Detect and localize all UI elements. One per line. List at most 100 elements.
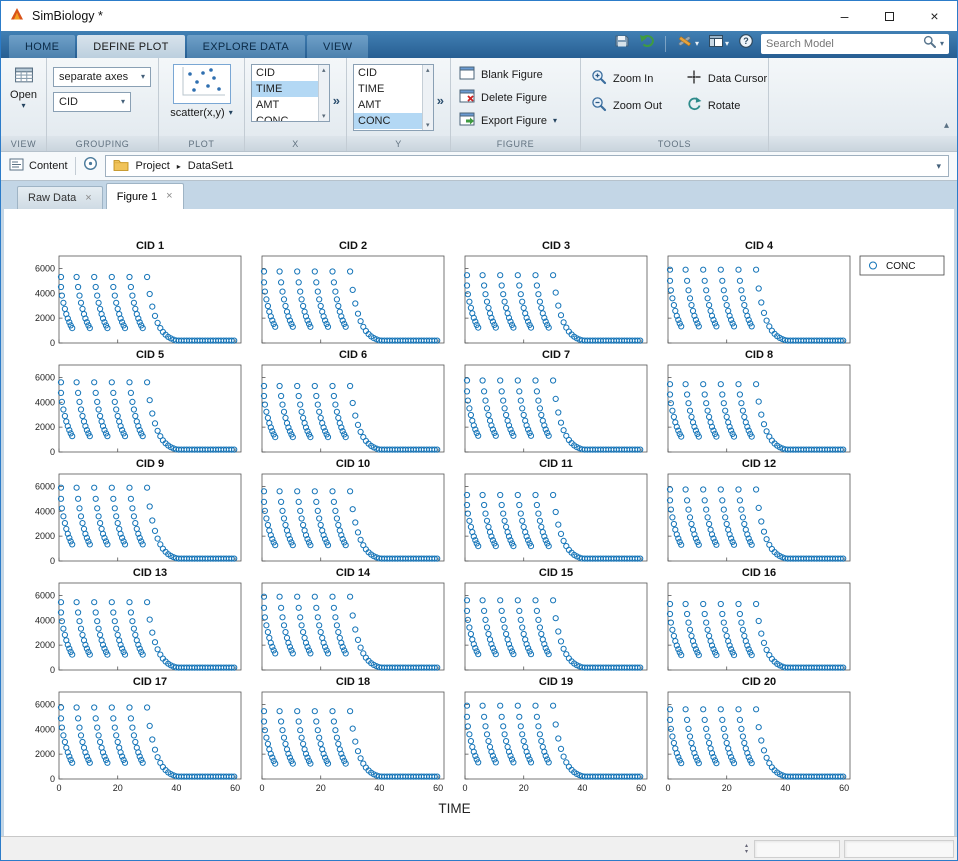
search-scope-caret-icon[interactable]: ▾ xyxy=(940,39,944,48)
subplot[interactable]: CID 18 0 20 40 60 xyxy=(259,676,445,793)
maximize-button[interactable] xyxy=(867,1,912,31)
listbox-scrollbar[interactable]: ▴ ▾ xyxy=(317,65,329,121)
subplot-title: CID 11 xyxy=(539,458,573,470)
close-tab-icon[interactable]: × xyxy=(85,192,91,204)
toolbar-divider xyxy=(664,35,666,52)
export-figure-label: Export Figure xyxy=(481,114,548,127)
search-icon[interactable] xyxy=(923,35,936,53)
caret-down-icon: ▾ xyxy=(228,108,233,117)
section-y: CID TIME AMT CONC ▴ ▾ » Y xyxy=(347,58,451,151)
subplot-title: CID 15 xyxy=(539,567,573,579)
scroll-down-icon[interactable]: ▾ xyxy=(426,121,430,129)
subplot[interactable]: CID 4 xyxy=(666,240,851,344)
undo-icon xyxy=(639,33,655,54)
figure[interactable]: CID 10200040006000CID 2 CID 3 CID 4 CID 502… xyxy=(4,209,950,827)
group-by-dropdown[interactable]: CID ▾ xyxy=(53,92,131,112)
subplot[interactable]: CID 5 0 2000 4000 6000 xyxy=(35,349,242,457)
axes-mode-value: separate axes xyxy=(59,71,129,83)
tab-home[interactable]: HOME xyxy=(9,35,76,58)
x-expand-button[interactable]: » xyxy=(333,94,340,107)
y-tick-label: 2000 xyxy=(35,313,55,323)
listbox-scrollbar[interactable]: ▴ ▾ xyxy=(421,65,433,130)
subplot[interactable]: CID 17 0 2000 4000 6000 0 20 40 60 xyxy=(35,676,242,793)
subplot-title: CID 9 xyxy=(136,458,164,470)
x-tick-label: 20 xyxy=(113,783,123,793)
caret-down-icon: ▾ xyxy=(140,72,145,81)
subplot[interactable]: CID 3 xyxy=(463,240,648,344)
rotate-button[interactable]: Rotate xyxy=(686,95,767,116)
subplot[interactable]: CID 7 xyxy=(463,349,648,453)
delete-figure-button[interactable]: Delete Figure xyxy=(459,87,574,108)
collapse-ribbon-button[interactable]: ▴ xyxy=(944,120,949,131)
scroll-down-icon[interactable]: ▾ xyxy=(322,112,326,120)
save-button[interactable] xyxy=(612,32,632,55)
open-button[interactable]: Open ▾ xyxy=(7,64,40,136)
zoom-out-button[interactable]: Zoom Out xyxy=(591,95,662,116)
breadcrumb-dataset[interactable]: DataSet1 xyxy=(188,160,234,172)
close-icon: × xyxy=(930,8,939,24)
x-tick-label: 40 xyxy=(374,783,384,793)
close-tab-icon[interactable]: × xyxy=(166,191,172,202)
subplot[interactable]: CID 16 xyxy=(666,567,851,671)
tab-explore-data[interactable]: EXPLORE DATA xyxy=(186,35,305,58)
tab-view[interactable]: VIEW xyxy=(306,35,369,58)
minimize-button[interactable]: – xyxy=(822,1,867,31)
tools-button[interactable]: ▾ xyxy=(674,32,701,55)
zoom-in-button[interactable]: Zoom In xyxy=(591,68,662,89)
subplot-title: CID 3 xyxy=(542,240,570,252)
target-icon xyxy=(83,156,98,176)
scatter-gallery-item[interactable] xyxy=(172,64,231,104)
caret-down-icon: ▾ xyxy=(553,115,558,125)
scroll-up-icon[interactable]: ▴ xyxy=(426,66,430,74)
subplot[interactable]: CID 6 xyxy=(260,349,445,453)
subplot[interactable]: CID 8 xyxy=(666,349,851,453)
tab-define-plot[interactable]: DEFINE PLOT xyxy=(77,35,185,58)
x-tick-label: 40 xyxy=(577,783,587,793)
quick-access-toolbar: ▾ ▾ ? ▾ xyxy=(612,31,957,58)
subplot[interactable]: CID 10 xyxy=(260,458,445,562)
scroll-up-icon[interactable]: ▴ xyxy=(322,66,326,74)
x-tick-label: 0 xyxy=(665,783,670,793)
subplot[interactable]: CID 2 xyxy=(260,240,445,344)
subplot[interactable]: CID 13 0 2000 4000 6000 xyxy=(35,567,242,675)
subplot[interactable]: CID 19 0 20 40 60 xyxy=(462,676,648,793)
plot-type-dropdown[interactable]: scatter(x,y) ▾ xyxy=(170,107,232,119)
subplot[interactable]: CID 12 xyxy=(666,458,851,562)
subplot[interactable]: CID 14 xyxy=(260,567,445,671)
blank-figure-button[interactable]: Blank Figure xyxy=(459,64,574,85)
subplot[interactable]: CID 9 0 2000 4000 6000 xyxy=(35,458,242,566)
export-figure-icon xyxy=(459,112,475,129)
help-button[interactable]: ? xyxy=(736,32,756,55)
splitter-button[interactable]: ▴ ▾ xyxy=(743,843,750,855)
maximize-icon xyxy=(885,11,894,21)
y-expand-button[interactable]: » xyxy=(437,94,444,107)
close-button[interactable]: × xyxy=(912,1,957,31)
tab-raw-data[interactable]: Raw Data × xyxy=(17,186,103,209)
subplot[interactable]: CID 20 0 20 40 60 xyxy=(665,676,851,793)
svg-text:?: ? xyxy=(743,36,749,46)
legend-label: CONC xyxy=(886,261,915,272)
subplot[interactable]: CID 11 xyxy=(463,458,648,562)
folder-icon xyxy=(113,158,129,174)
export-figure-button[interactable]: Export Figure ▾ xyxy=(459,110,574,131)
axes-mode-dropdown[interactable]: separate axes ▾ xyxy=(53,67,151,87)
delete-figure-label: Delete Figure xyxy=(481,91,548,104)
content-button[interactable]: Content xyxy=(9,158,68,174)
target-button[interactable] xyxy=(83,156,98,176)
y-tick-label: 4000 xyxy=(35,615,55,625)
search-input[interactable] xyxy=(766,37,919,50)
breadcrumb-project[interactable]: Project xyxy=(136,160,170,172)
subplot[interactable]: CID 15 xyxy=(463,567,648,671)
subplot-title: CID 4 xyxy=(745,240,774,252)
breadcrumb-dropdown-icon[interactable]: ▾ xyxy=(936,161,941,171)
tab-figure-1[interactable]: Figure 1 × xyxy=(105,183,184,209)
undo-button[interactable] xyxy=(637,32,657,55)
open-icon xyxy=(13,66,35,88)
data-cursor-button[interactable]: Data Cursor xyxy=(686,68,767,89)
subplot-title: CID 8 xyxy=(745,349,773,361)
data-cursor-icon xyxy=(686,69,702,88)
delete-figure-icon xyxy=(459,89,475,106)
layout-button[interactable]: ▾ xyxy=(706,32,731,55)
subplot-title: CID 19 xyxy=(539,676,573,688)
subplot[interactable]: CID 1 0 2000 4000 6000 xyxy=(35,240,242,348)
